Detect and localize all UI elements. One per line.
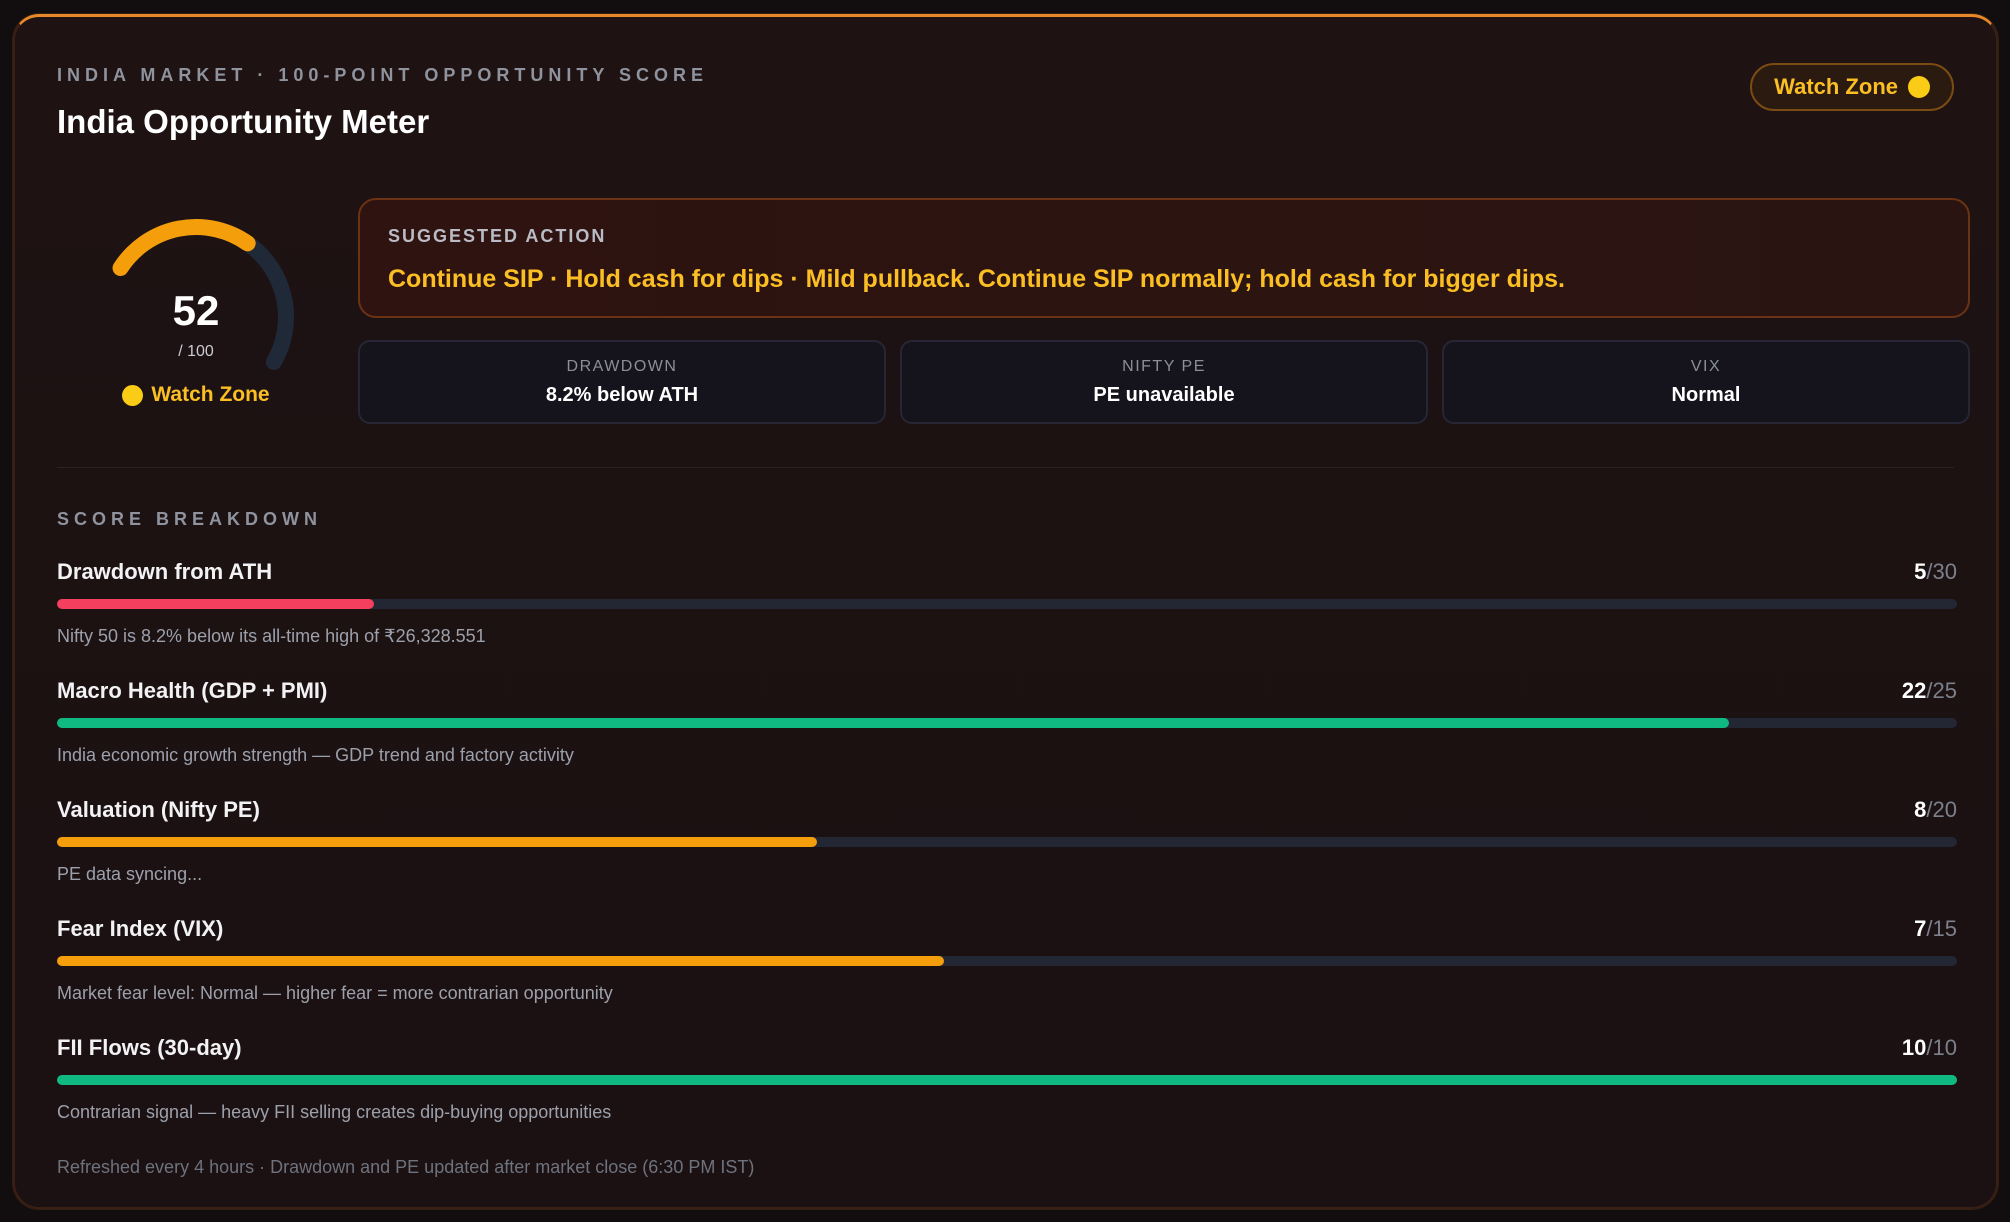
progress-fill <box>57 956 944 966</box>
row-score-max: /10 <box>1926 1035 1957 1060</box>
suggested-action-panel: SUGGESTED ACTION Continue SIP · Hold cas… <box>358 198 1970 318</box>
stat-value: Normal <box>1671 383 1741 406</box>
breakdown-row-fii: FII Flows (30-day) 10/10 Contrarian sign… <box>57 1033 1957 1152</box>
yellow-circle-icon <box>122 384 144 406</box>
progress-fill <box>57 599 374 609</box>
stat-value: PE unavailable <box>1093 383 1235 406</box>
suggested-action-label: SUGGESTED ACTION <box>388 226 607 246</box>
progress-fill <box>57 718 1729 728</box>
stat-value: 8.2% below ATH <box>545 383 699 406</box>
gauge-score: 52 <box>172 287 220 334</box>
progress-track <box>57 718 1957 728</box>
row-score: 5/30 <box>1914 559 1957 585</box>
row-name: Valuation (Nifty PE) <box>57 797 260 822</box>
refresh-footnote: Refreshed every 4 hours · Drawdown and P… <box>57 1157 755 1177</box>
stat-label: NIFTY PE <box>1122 357 1206 375</box>
section-divider <box>57 467 1954 468</box>
zone-badge: Watch Zone <box>1750 63 1954 111</box>
breakdown-row-drawdown: Drawdown from ATH 5/30 Nifty 50 is 8.2% … <box>57 557 1957 676</box>
row-score-value: 5 <box>1914 559 1927 584</box>
progress-track <box>57 599 1957 609</box>
row-description: Nifty 50 is 8.2% below its all-time high… <box>57 626 486 646</box>
row-description: India economic growth strength — GDP tre… <box>57 745 574 765</box>
score-breakdown-heading: SCORE BREAKDOWN <box>57 509 323 529</box>
stat-nifty-pe: NIFTY PE PE unavailable <box>900 340 1428 424</box>
row-name: Fear Index (VIX) <box>57 916 224 941</box>
row-score-value: 7 <box>1914 916 1927 941</box>
gauge-zone-label: Watch Zone <box>151 383 270 406</box>
stat-tiles: DRAWDOWN 8.2% below ATH NIFTY PE PE unav… <box>358 340 1970 424</box>
row-name: Drawdown from ATH <box>57 559 273 584</box>
row-description: Contrarian signal — heavy FII selling cr… <box>57 1102 612 1122</box>
stat-label: DRAWDOWN <box>566 357 678 375</box>
gauge-zone: Watch Zone <box>81 383 311 407</box>
row-name: Macro Health (GDP + PMI) <box>57 678 328 703</box>
row-score-max: /20 <box>1926 797 1957 822</box>
score-gauge: 52 / 100 Watch Zone <box>81 197 311 427</box>
yellow-circle-icon <box>1908 76 1930 98</box>
stat-drawdown: DRAWDOWN 8.2% below ATH <box>358 340 886 424</box>
row-score: 7/15 <box>1914 916 1957 942</box>
breakdown-row-macro: Macro Health (GDP + PMI) 22/25 India eco… <box>57 676 1957 795</box>
row-score: 22/25 <box>1902 678 1957 704</box>
row-score-max: /15 <box>1926 916 1957 941</box>
progress-fill <box>57 837 817 847</box>
zone-badge-label: Watch Zone <box>1774 74 1898 99</box>
breakdown-row-fear: Fear Index (VIX) 7/15 Market fear level:… <box>57 914 1957 1033</box>
row-score-value: 8 <box>1914 797 1927 822</box>
progress-track <box>57 956 1957 966</box>
page-title: India Opportunity Meter <box>57 103 430 140</box>
row-score: 8/20 <box>1914 797 1957 823</box>
score-breakdown-list: Drawdown from ATH 5/30 Nifty 50 is 8.2% … <box>57 557 1957 1152</box>
row-score-max: /30 <box>1926 559 1957 584</box>
row-description: Market fear level: Normal — higher fear … <box>57 983 613 1003</box>
progress-track <box>57 1075 1957 1085</box>
progress-fill <box>57 1075 1957 1085</box>
stat-label: VIX <box>1690 357 1722 375</box>
progress-track <box>57 837 1957 847</box>
breakdown-row-valuation: Valuation (Nifty PE) 8/20 PE data syncin… <box>57 795 1957 914</box>
suggested-action-text: Continue SIP · Hold cash for dips · Mild… <box>388 265 1565 293</box>
eyebrow-label: INDIA MARKET · 100-POINT OPPORTUNITY SCO… <box>57 65 709 85</box>
row-score-max: /25 <box>1926 678 1957 703</box>
row-score: 10/10 <box>1902 1035 1957 1061</box>
row-score-value: 10 <box>1901 1035 1927 1060</box>
row-name: FII Flows (30-day) <box>57 1035 242 1060</box>
gauge-max: / 100 <box>178 343 214 360</box>
row-description: PE data syncing... <box>57 864 203 884</box>
row-score-value: 22 <box>1901 678 1927 703</box>
gauge-fill <box>112 219 256 276</box>
stat-vix: VIX Normal <box>1442 340 1970 424</box>
opportunity-meter-card: INDIA MARKET · 100-POINT OPPORTUNITY SCO… <box>13 14 1998 1209</box>
